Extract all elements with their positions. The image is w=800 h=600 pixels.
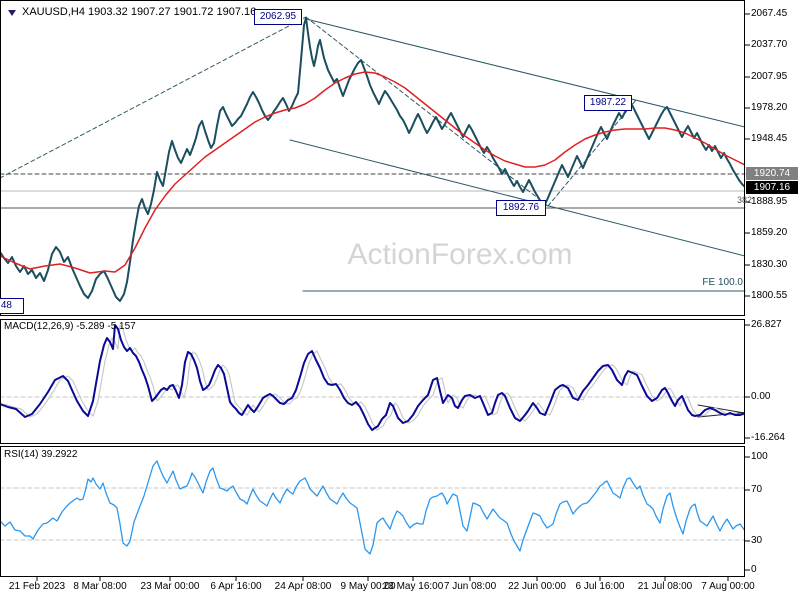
price-trendline-0 bbox=[1, 16, 307, 179]
price-trendline-4 bbox=[289, 139, 745, 257]
price-panel-border bbox=[0, 0, 745, 316]
symbol-dropdown-icon[interactable] bbox=[8, 10, 16, 16]
moving_average-line bbox=[1, 71, 745, 274]
series-layer bbox=[1, 17, 745, 555]
macd-line bbox=[1, 324, 745, 431]
price-line bbox=[1, 17, 745, 302]
rsi-panel-border bbox=[0, 446, 745, 577]
price-trendline-1 bbox=[305, 16, 549, 207]
chart-canvas[interactable] bbox=[0, 0, 800, 600]
chart-root: ActionForex.com XAUUSD,H4 1903.32 1907.2… bbox=[0, 0, 800, 600]
